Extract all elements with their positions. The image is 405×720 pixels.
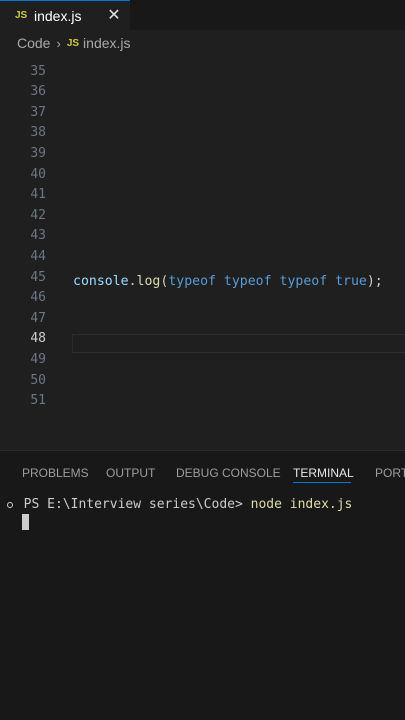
line-number: 50 — [30, 372, 46, 388]
terminal-prompt: PS E:\Interview series\Code> — [23, 497, 243, 512]
breadcrumb-file-index-js[interactable]: index.js — [83, 35, 130, 51]
breadcrumb-folder-code[interactable]: Code — [17, 35, 50, 51]
code-line-45[interactable]: console.log(typeof typeof typeof true); — [73, 272, 383, 292]
terminal-output-line[interactable]: PS E:\Interview series\Code> node index.… — [8, 495, 353, 515]
line-number: 49 — [30, 352, 46, 367]
code-token-method: log — [136, 274, 161, 289]
current-line-highlight — [72, 334, 405, 353]
code-token-keyword: typeof — [279, 274, 328, 289]
line-number: 36 — [30, 84, 46, 100]
tab-problems[interactable]: PROBLEMS — [22, 463, 89, 483]
tab-debug-console[interactable]: DEBUG CONSOLE — [176, 463, 281, 483]
active-tab-indicator — [293, 482, 351, 483]
vscode-window: JS index.js ✕ Code › JS index.js 3435363… — [0, 0, 405, 720]
javascript-file-icon: JS — [66, 37, 80, 49]
code-token-keyword: typeof — [223, 274, 272, 289]
javascript-file-icon: JS — [15, 10, 28, 21]
line-number: 44 — [30, 249, 46, 264]
breadcrumb: Code › JS index.js — [0, 30, 405, 56]
line-number: 48 — [30, 331, 46, 347]
editor-tab-bar: JS index.js ✕ — [0, 0, 405, 30]
line-number: 42 — [30, 207, 46, 223]
terminal-command: node index.js — [250, 497, 353, 512]
line-number: 45 — [30, 269, 46, 285]
tab-ports[interactable]: PORTS — [375, 463, 405, 483]
close-icon[interactable]: ✕ — [104, 4, 124, 26]
code-editor[interactable]: 34 35 36 37 38 39 40 41 42 43 44 45 46 47 48 49 50 51 con… — [0, 56, 405, 450]
line-number: 34 — [0, 56, 46, 61]
line-number: 43 — [30, 228, 46, 244]
line-number: 39 — [30, 146, 46, 161]
tab-label: index.js — [34, 7, 82, 24]
code-token-dot: . — [128, 274, 137, 289]
line-number: 40 — [30, 166, 46, 182]
code-token-object: console — [73, 274, 129, 289]
chevron-right-icon: › — [56, 35, 61, 51]
line-number: 47 — [30, 310, 46, 326]
code-token-close: ); — [366, 274, 383, 289]
line-number: 38 — [30, 125, 46, 141]
code-token-literal: true — [335, 274, 367, 289]
line-number: 41 — [30, 187, 46, 203]
line-number: 51 — [30, 393, 46, 409]
bottom-panel: PROBLEMS OUTPUT DEBUG CONSOLE TERMINAL P… — [0, 450, 405, 720]
tab-terminal[interactable]: TERMINAL — [293, 463, 354, 483]
tab-output[interactable]: OUTPUT — [106, 463, 155, 483]
tab-index-js[interactable]: JS index.js ✕ — [0, 0, 130, 30]
terminal-cursor — [22, 514, 29, 530]
line-number: 35 — [30, 63, 46, 79]
line-number: 37 — [30, 104, 46, 120]
code-token-keyword: typeof — [168, 274, 216, 289]
line-number: 46 — [30, 290, 46, 306]
